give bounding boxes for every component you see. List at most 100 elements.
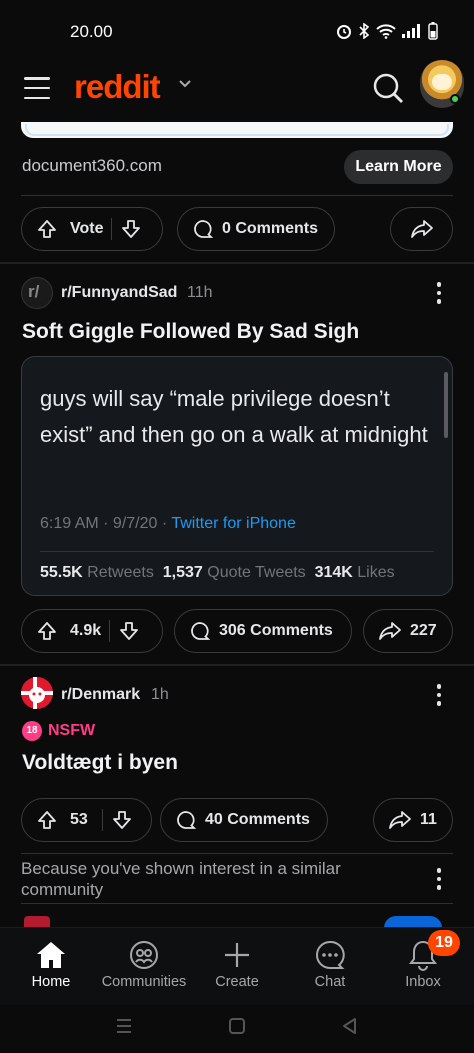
share-button[interactable]: 227 bbox=[363, 609, 453, 653]
ad-card-image[interactable] bbox=[21, 122, 453, 138]
system-icons bbox=[336, 22, 438, 40]
system-nav-bar bbox=[0, 1005, 474, 1053]
tweet-image[interactable]: guys will say “male privilege doesn’t ex… bbox=[21, 356, 453, 596]
likes-label: Likes bbox=[357, 564, 395, 581]
recommendation-text: Because you've shown interest in a simil… bbox=[21, 859, 341, 899]
post-title[interactable]: Soft Giggle Followed By Sad Sigh bbox=[22, 320, 359, 344]
home-button-icon[interactable] bbox=[227, 1016, 247, 1036]
quotes-label: Quote Tweets bbox=[207, 564, 306, 581]
vote-pill: 4.9k bbox=[21, 609, 163, 653]
menu-icon[interactable] bbox=[24, 77, 50, 99]
share-icon bbox=[379, 622, 401, 640]
vote-count: 4.9k bbox=[70, 622, 102, 639]
bluetooth-icon bbox=[359, 23, 370, 39]
post-title[interactable]: Voldtægt i byen bbox=[22, 751, 178, 775]
comments-count: 40 Comments bbox=[205, 811, 310, 828]
wifi-icon bbox=[376, 24, 396, 39]
nsfw-tag: 18 NSFW bbox=[22, 721, 95, 741]
comment-icon bbox=[177, 811, 197, 829]
nav-communities-label: Communities bbox=[101, 974, 187, 990]
comments-button[interactable]: 40 Comments bbox=[160, 798, 328, 842]
more-options-icon[interactable] bbox=[436, 868, 442, 890]
divider bbox=[21, 853, 453, 854]
tweet-divider bbox=[40, 551, 434, 552]
upvote-icon[interactable] bbox=[36, 218, 58, 240]
recent-apps-icon[interactable] bbox=[114, 1017, 134, 1035]
scrollbar[interactable] bbox=[444, 372, 448, 438]
post-age: 11h bbox=[187, 284, 213, 301]
inbox-badge: 19 bbox=[428, 930, 460, 956]
home-icon bbox=[37, 942, 65, 968]
more-options-icon[interactable] bbox=[436, 684, 442, 706]
comments-button[interactable]: 306 Comments bbox=[174, 609, 352, 653]
learn-more-button[interactable]: Learn More bbox=[344, 150, 453, 184]
ad-domain[interactable]: document360.com bbox=[22, 156, 162, 176]
battery-icon bbox=[428, 22, 438, 40]
communities-icon bbox=[130, 941, 158, 969]
tweet-stats: 55.5K Retweets 1,537 Quote Tweets 314K L… bbox=[40, 564, 395, 582]
nav-create-label: Create bbox=[215, 974, 259, 990]
retweets-count: 55.5K bbox=[40, 564, 83, 581]
app-bar: reddit bbox=[0, 60, 474, 116]
denmark-snoo-icon bbox=[21, 677, 53, 709]
status-bar: 20.00 bbox=[0, 0, 474, 60]
ad-vote-pill: Vote bbox=[21, 207, 163, 251]
nav-chat[interactable]: Chat bbox=[283, 936, 377, 990]
tweet-meta: 6:19 AM · 9/7/20 · Twitter for iPhone bbox=[40, 515, 296, 533]
divider bbox=[21, 903, 453, 904]
comments-count: 306 Comments bbox=[219, 622, 333, 639]
subreddit-avatar[interactable]: r/ bbox=[21, 277, 53, 309]
ad-comments-button[interactable]: 0 Comments bbox=[177, 207, 335, 251]
quotes-count: 1,537 bbox=[162, 564, 203, 581]
nav-communities[interactable]: Communities bbox=[97, 936, 191, 990]
chat-icon bbox=[316, 940, 345, 969]
nav-home-label: Home bbox=[31, 974, 71, 990]
signal-icon bbox=[402, 24, 420, 38]
tweet-text: guys will say “male privilege doesn’t ex… bbox=[40, 386, 428, 447]
bottom-nav: Home Communities Create Chat Inbox bbox=[0, 927, 474, 1005]
share-icon bbox=[389, 811, 411, 829]
upvote-icon[interactable] bbox=[36, 620, 58, 642]
vote-count: 53 bbox=[70, 811, 88, 828]
share-icon bbox=[410, 220, 433, 238]
subreddit-name[interactable]: r/Denmark bbox=[61, 686, 140, 704]
nsfw-18-icon: 18 bbox=[22, 721, 42, 741]
comment-icon bbox=[194, 220, 214, 238]
back-icon[interactable] bbox=[340, 1016, 360, 1036]
post-age: 1h bbox=[151, 686, 169, 703]
plus-icon bbox=[225, 943, 249, 967]
tweet-source: Twitter for iPhone bbox=[171, 515, 296, 532]
comment-icon bbox=[191, 622, 211, 640]
subreddit-name[interactable]: r/FunnyandSad bbox=[61, 284, 177, 302]
tweet-time: 6:19 AM · 9/7/20 · bbox=[40, 515, 172, 532]
upvote-icon[interactable] bbox=[36, 809, 58, 831]
comments-label: 0 Comments bbox=[222, 220, 319, 237]
search-icon[interactable] bbox=[372, 72, 404, 104]
nav-home[interactable]: Home bbox=[4, 936, 98, 990]
reddit-logo[interactable]: reddit bbox=[74, 68, 161, 106]
share-count: 11 bbox=[420, 811, 437, 828]
downvote-icon[interactable] bbox=[111, 809, 133, 831]
next-post-peek bbox=[0, 910, 474, 928]
online-indicator bbox=[450, 94, 460, 104]
nav-inbox-label: Inbox bbox=[405, 974, 441, 990]
ad-share-button[interactable] bbox=[390, 207, 453, 251]
chevron-down-icon[interactable] bbox=[178, 76, 192, 94]
alarm-icon bbox=[337, 25, 351, 39]
nav-create[interactable]: Create bbox=[190, 936, 284, 990]
subreddit-avatar[interactable] bbox=[21, 677, 53, 709]
vote-pill: 53 bbox=[21, 798, 152, 842]
section-separator bbox=[0, 262, 474, 264]
likes-count: 314K bbox=[314, 564, 353, 581]
nav-chat-label: Chat bbox=[314, 974, 346, 990]
share-button[interactable]: 11 bbox=[373, 798, 453, 842]
downvote-icon[interactable] bbox=[118, 620, 140, 642]
avatar-face bbox=[432, 74, 452, 90]
more-options-icon[interactable] bbox=[436, 282, 442, 304]
vote-label: Vote bbox=[70, 220, 104, 237]
retweets-label: Retweets bbox=[87, 564, 154, 581]
divider bbox=[21, 195, 453, 196]
user-avatar[interactable] bbox=[420, 60, 464, 108]
downvote-icon[interactable] bbox=[120, 218, 142, 240]
share-count: 227 bbox=[410, 622, 437, 639]
